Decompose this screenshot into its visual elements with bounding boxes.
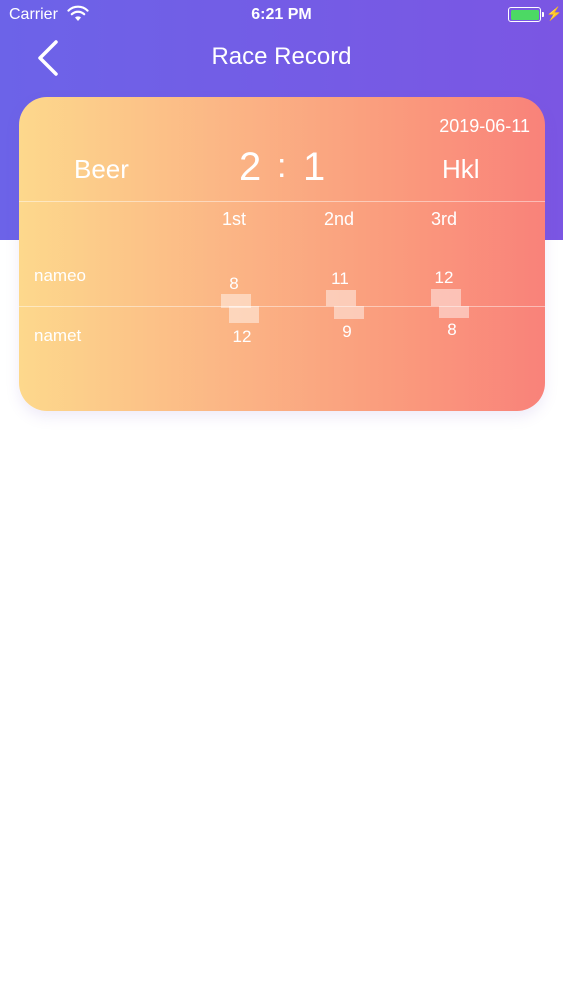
bar-block	[439, 306, 469, 318]
race-record-card: 2019-06-11 Beer 2 : 1 Hkl 1st 2nd 3rd na…	[19, 97, 545, 411]
bar-block	[326, 290, 356, 306]
row-label-namet: namet	[34, 326, 82, 345]
score-separator: :	[277, 147, 287, 185]
status-bar: Carrier 6:21 PM ⚡	[0, 0, 563, 30]
bar-block	[229, 306, 259, 323]
score-cell: 8	[229, 274, 239, 293]
score-cell: 12	[232, 327, 252, 346]
score-left: 2	[239, 145, 262, 189]
divider	[19, 201, 545, 202]
battery-icon	[508, 7, 544, 22]
page-title: Race Record	[211, 43, 352, 70]
column-header-1st: 1st	[221, 209, 246, 229]
score-cell: 9	[342, 322, 352, 341]
charging-icon: ⚡	[546, 6, 563, 21]
column-header-2nd: 2nd	[323, 209, 355, 229]
bar-block	[334, 306, 364, 319]
team-left-name: Beer	[74, 154, 129, 184]
race-date: 2019-06-11	[439, 116, 530, 136]
score-cell: 12	[434, 268, 454, 287]
team-right-name: Hkl	[442, 154, 480, 184]
row-label-nameo: nameo	[34, 266, 86, 285]
column-header-3rd: 3rd	[430, 209, 457, 229]
score-cell: 11	[331, 269, 349, 288]
bar-block	[431, 289, 461, 306]
score: 2 : 1	[239, 145, 329, 189]
score-cell: 8	[447, 320, 457, 339]
clock: 6:21 PM	[251, 6, 312, 23]
score-right: 1	[303, 145, 326, 189]
divider	[19, 306, 545, 307]
